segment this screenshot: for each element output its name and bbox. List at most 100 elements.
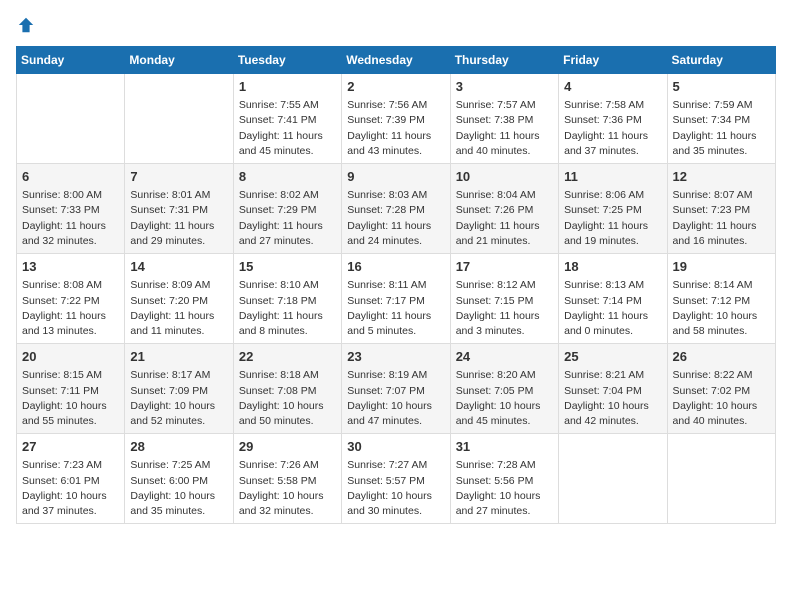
day-number: 9 [347, 168, 444, 186]
calendar-cell: 21 Sunrise: 8:17 AM Sunset: 7:09 PM Dayli… [125, 344, 233, 434]
day-content: Sunrise: 8:22 AM Sunset: 7:02 PM Dayligh… [673, 368, 770, 429]
day-content: Sunrise: 8:06 AM Sunset: 7:25 PM Dayligh… [564, 188, 661, 249]
logo-icon [17, 16, 35, 34]
day-content: Sunrise: 8:20 AM Sunset: 7:05 PM Dayligh… [456, 368, 553, 429]
day-number: 1 [239, 78, 336, 96]
calendar-cell [667, 434, 775, 524]
calendar-cell: 5Sunrise: 7:59 AM Sunset: 7:34 PM Daylig… [667, 74, 775, 164]
day-content: Sunrise: 8:09 AM Sunset: 7:20 PM Dayligh… [130, 278, 227, 339]
day-content: Sunrise: 7:58 AM Sunset: 7:36 PM Dayligh… [564, 98, 661, 159]
day-content: Sunrise: 7:27 AM Sunset: 5:57 PM Dayligh… [347, 458, 444, 519]
calendar-cell: 27 Sunrise: 7:23 AM Sunset: 6:01 PM Dayli… [17, 434, 125, 524]
calendar-table: SundayMondayTuesdayWednesdayThursdayFrid… [16, 46, 776, 524]
calendar-week-0: 1Sunrise: 7:55 AM Sunset: 7:41 PM Daylig… [17, 74, 776, 164]
day-number: 16 [347, 258, 444, 276]
calendar-cell: 16 Sunrise: 8:11 AM Sunset: 7:17 PM Dayli… [342, 254, 450, 344]
calendar-cell: 18 Sunrise: 8:13 AM Sunset: 7:14 PM Dayli… [559, 254, 667, 344]
day-number: 4 [564, 78, 661, 96]
day-content: Sunrise: 8:08 AM Sunset: 7:22 PM Dayligh… [22, 278, 119, 339]
day-number: 31 [456, 438, 553, 456]
day-content: Sunrise: 8:00 AM Sunset: 7:33 PM Dayligh… [22, 188, 119, 249]
header-row: SundayMondayTuesdayWednesdayThursdayFrid… [17, 47, 776, 74]
day-number: 21 [130, 348, 227, 366]
day-content: Sunrise: 8:07 AM Sunset: 7:23 PM Dayligh… [673, 188, 770, 249]
calendar-cell: 11Sunrise: 8:06 AM Sunset: 7:25 PM Dayli… [559, 164, 667, 254]
header-day-wednesday: Wednesday [342, 47, 450, 74]
calendar-cell: 6 Sunrise: 8:00 AM Sunset: 7:33 PM Daylig… [17, 164, 125, 254]
day-number: 25 [564, 348, 661, 366]
calendar-cell: 26 Sunrise: 8:22 AM Sunset: 7:02 PM Dayli… [667, 344, 775, 434]
day-content: Sunrise: 8:17 AM Sunset: 7:09 PM Dayligh… [130, 368, 227, 429]
day-content: Sunrise: 8:15 AM Sunset: 7:11 PM Dayligh… [22, 368, 119, 429]
day-content: Sunrise: 8:10 AM Sunset: 7:18 PM Dayligh… [239, 278, 336, 339]
day-content: Sunrise: 8:19 AM Sunset: 7:07 PM Dayligh… [347, 368, 444, 429]
day-content: Sunrise: 8:03 AM Sunset: 7:28 PM Dayligh… [347, 188, 444, 249]
calendar-cell: 23 Sunrise: 8:19 AM Sunset: 7:07 PM Dayli… [342, 344, 450, 434]
day-content: Sunrise: 8:01 AM Sunset: 7:31 PM Dayligh… [130, 188, 227, 249]
calendar-cell: 29 Sunrise: 7:26 AM Sunset: 5:58 PM Dayli… [233, 434, 341, 524]
day-number: 3 [456, 78, 553, 96]
calendar-cell: 12 Sunrise: 8:07 AM Sunset: 7:23 PM Dayli… [667, 164, 775, 254]
day-number: 2 [347, 78, 444, 96]
header-day-friday: Friday [559, 47, 667, 74]
day-number: 6 [22, 168, 119, 186]
logo [16, 16, 35, 34]
day-number: 22 [239, 348, 336, 366]
header-day-thursday: Thursday [450, 47, 558, 74]
calendar-cell: 3Sunrise: 7:57 AM Sunset: 7:38 PM Daylig… [450, 74, 558, 164]
calendar-cell: 30Sunrise: 7:27 AM Sunset: 5:57 PM Dayli… [342, 434, 450, 524]
calendar-cell: 4 Sunrise: 7:58 AM Sunset: 7:36 PM Daylig… [559, 74, 667, 164]
day-number: 15 [239, 258, 336, 276]
day-number: 17 [456, 258, 553, 276]
day-number: 27 [22, 438, 119, 456]
calendar-cell [559, 434, 667, 524]
calendar-cell: 31 Sunrise: 7:28 AM Sunset: 5:56 PM Dayli… [450, 434, 558, 524]
day-content: Sunrise: 8:13 AM Sunset: 7:14 PM Dayligh… [564, 278, 661, 339]
calendar-week-1: 6 Sunrise: 8:00 AM Sunset: 7:33 PM Daylig… [17, 164, 776, 254]
calendar-cell [17, 74, 125, 164]
day-number: 23 [347, 348, 444, 366]
page-header [16, 16, 776, 34]
day-number: 20 [22, 348, 119, 366]
calendar-cell: 20 Sunrise: 8:15 AM Sunset: 7:11 PM Dayli… [17, 344, 125, 434]
calendar-cell: 9 Sunrise: 8:03 AM Sunset: 7:28 PM Daylig… [342, 164, 450, 254]
day-content: Sunrise: 7:56 AM Sunset: 7:39 PM Dayligh… [347, 98, 444, 159]
day-number: 26 [673, 348, 770, 366]
header-day-saturday: Saturday [667, 47, 775, 74]
calendar-cell: 15 Sunrise: 8:10 AM Sunset: 7:18 PM Dayli… [233, 254, 341, 344]
day-content: Sunrise: 7:23 AM Sunset: 6:01 PM Dayligh… [22, 458, 119, 519]
calendar-cell: 7 Sunrise: 8:01 AM Sunset: 7:31 PM Daylig… [125, 164, 233, 254]
day-content: Sunrise: 8:12 AM Sunset: 7:15 PM Dayligh… [456, 278, 553, 339]
day-content: Sunrise: 7:26 AM Sunset: 5:58 PM Dayligh… [239, 458, 336, 519]
day-content: Sunrise: 7:28 AM Sunset: 5:56 PM Dayligh… [456, 458, 553, 519]
day-number: 12 [673, 168, 770, 186]
calendar-cell [125, 74, 233, 164]
day-content: Sunrise: 8:14 AM Sunset: 7:12 PM Dayligh… [673, 278, 770, 339]
day-number: 29 [239, 438, 336, 456]
day-content: Sunrise: 7:25 AM Sunset: 6:00 PM Dayligh… [130, 458, 227, 519]
calendar-cell: 2 Sunrise: 7:56 AM Sunset: 7:39 PM Daylig… [342, 74, 450, 164]
calendar-cell: 17 Sunrise: 8:12 AM Sunset: 7:15 PM Dayli… [450, 254, 558, 344]
day-content: Sunrise: 8:11 AM Sunset: 7:17 PM Dayligh… [347, 278, 444, 339]
day-content: Sunrise: 7:59 AM Sunset: 7:34 PM Dayligh… [673, 98, 770, 159]
day-number: 7 [130, 168, 227, 186]
calendar-cell: 25 Sunrise: 8:21 AM Sunset: 7:04 PM Dayli… [559, 344, 667, 434]
calendar-cell: 8Sunrise: 8:02 AM Sunset: 7:29 PM Daylig… [233, 164, 341, 254]
day-content: Sunrise: 8:21 AM Sunset: 7:04 PM Dayligh… [564, 368, 661, 429]
header-day-tuesday: Tuesday [233, 47, 341, 74]
day-number: 28 [130, 438, 227, 456]
calendar-week-2: 13 Sunrise: 8:08 AM Sunset: 7:22 PM Dayli… [17, 254, 776, 344]
day-number: 24 [456, 348, 553, 366]
calendar-cell: 24 Sunrise: 8:20 AM Sunset: 7:05 PM Dayli… [450, 344, 558, 434]
day-number: 10 [456, 168, 553, 186]
calendar-cell: 10Sunrise: 8:04 AM Sunset: 7:26 PM Dayli… [450, 164, 558, 254]
calendar-cell: 22Sunrise: 8:18 AM Sunset: 7:08 PM Dayli… [233, 344, 341, 434]
calendar-week-4: 27 Sunrise: 7:23 AM Sunset: 6:01 PM Dayli… [17, 434, 776, 524]
header-day-monday: Monday [125, 47, 233, 74]
day-number: 13 [22, 258, 119, 276]
calendar-header: SundayMondayTuesdayWednesdayThursdayFrid… [17, 47, 776, 74]
day-number: 18 [564, 258, 661, 276]
day-number: 14 [130, 258, 227, 276]
calendar-cell: 28 Sunrise: 7:25 AM Sunset: 6:00 PM Dayli… [125, 434, 233, 524]
header-day-sunday: Sunday [17, 47, 125, 74]
